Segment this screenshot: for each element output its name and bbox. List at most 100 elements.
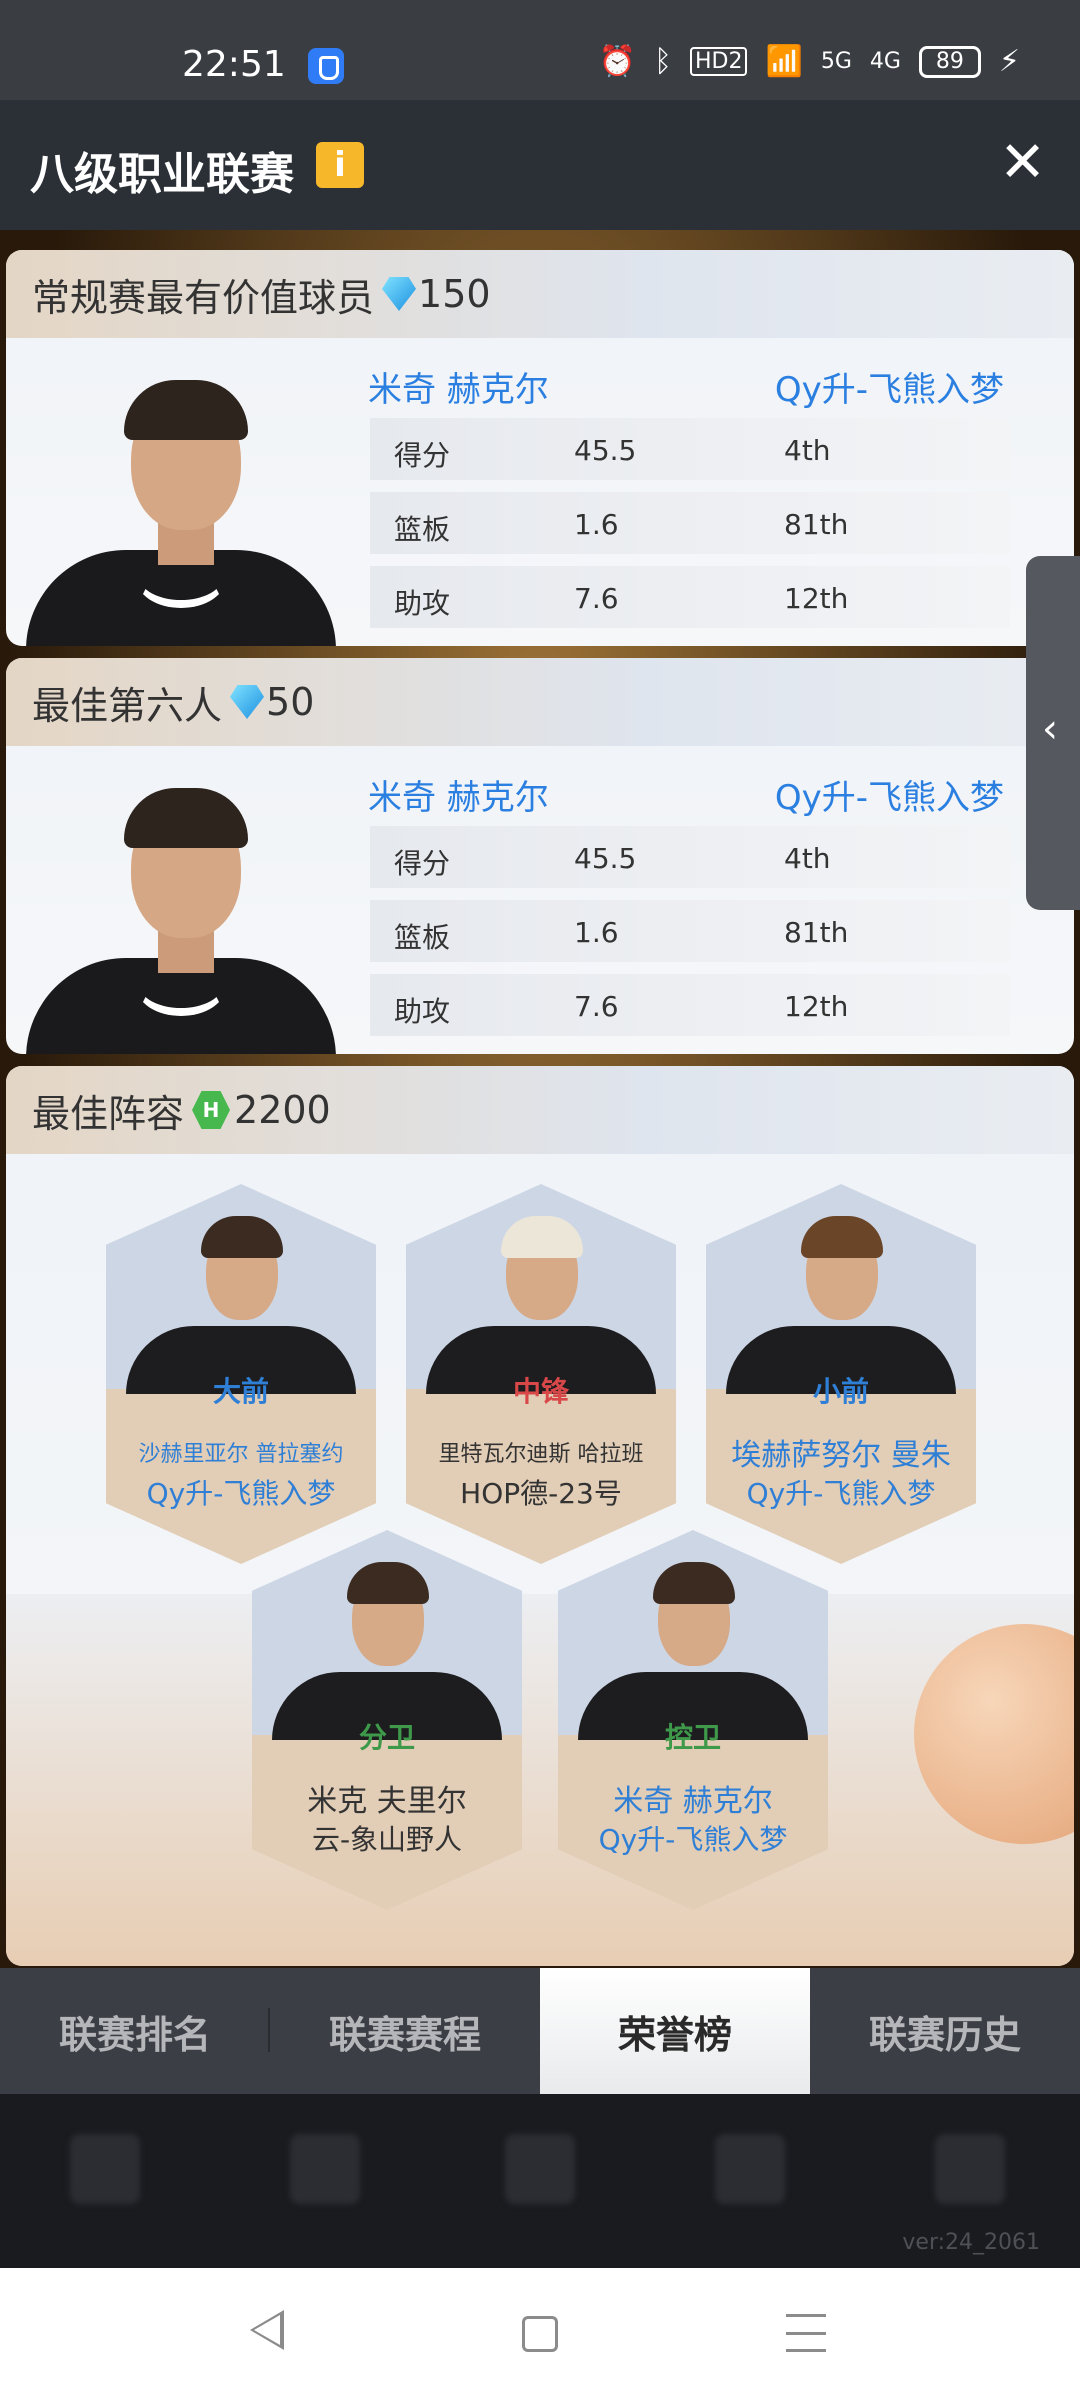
- tab-league-history[interactable]: 联赛历史: [810, 1968, 1080, 2094]
- app-header: 八级职业联赛 i ✕: [0, 100, 1080, 230]
- info-icon[interactable]: i: [316, 142, 364, 188]
- lineup-team-name: HOP德-23号: [460, 1477, 622, 1510]
- lineup-team-name: Qy升-飞熊入梦: [746, 1477, 936, 1510]
- player-avatar: [252, 1550, 522, 1740]
- lineup-body: 大前 沙赫里亚尔 普拉塞约 Qy升-飞熊入梦 中锋 里特瓦尔迪斯 哈拉班 HOP…: [6, 1154, 1074, 1966]
- stat-row-points: 得分 45.5 4th: [370, 826, 1010, 888]
- status-icons: ⏰ ᛒ HD2 📶 5G 4G 89 ⚡: [599, 44, 1020, 79]
- back-icon[interactable]: [250, 2310, 284, 2350]
- tab-label: 荣誉榜: [617, 2012, 732, 2057]
- hex-coin-icon: H: [192, 1091, 231, 1129]
- blurred-menu-icon: [290, 2134, 360, 2204]
- position-badge: 大前: [212, 1375, 269, 1408]
- hd-label: HD2: [689, 47, 748, 76]
- chevron-left-icon: ‹: [1042, 706, 1058, 752]
- stat-row-assists: 助攻 7.6 12th: [370, 566, 1010, 628]
- lineup-team-name: Qy升-飞熊入梦: [146, 1477, 336, 1510]
- mvp-reward: 150: [418, 272, 491, 316]
- stat-label: 助攻: [394, 995, 451, 1028]
- all-team-card: 最佳阵容 H 2200 大前 沙赫里亚尔 普拉塞约 Qy升-飞熊入梦 中锋 里特…: [6, 1066, 1074, 1966]
- battery-level: 89: [935, 49, 964, 74]
- tab-league-schedule[interactable]: 联赛赛程: [270, 1968, 540, 2094]
- close-icon[interactable]: ✕: [999, 130, 1046, 195]
- lineup-player-card[interactable]: 分卫 米克 夫里尔 云-象山野人: [252, 1530, 522, 1910]
- lineup-player-name: 里特瓦尔迪斯 哈拉班: [438, 1442, 644, 1467]
- stat-value: 45.5: [574, 434, 637, 467]
- mvp-team-name[interactable]: Qy升-飞熊入梦: [775, 362, 1004, 411]
- position-badge: 中锋: [512, 1375, 569, 1408]
- sixth-man-card: 最佳第六人 50 米奇 赫克尔 Qy升-飞熊入梦 得分 45.5 4th 篮板 …: [6, 658, 1074, 1054]
- lineup-player-card[interactable]: 控卫 米奇 赫克尔 Qy升-飞熊入梦: [558, 1530, 828, 1910]
- stat-value: 1.6: [574, 508, 619, 541]
- home-icon[interactable]: [522, 2316, 558, 2352]
- page-title: 八级职业联赛: [30, 149, 294, 200]
- stat-rank: 4th: [784, 842, 831, 875]
- stat-label: 得分: [394, 847, 451, 880]
- side-panel-toggle[interactable]: ‹: [1026, 556, 1080, 910]
- mvp-card-header: 常规赛最有价值球员 150: [6, 250, 1074, 338]
- player-avatar: [106, 1204, 376, 1394]
- court-background: [6, 1594, 1074, 1966]
- recents-icon[interactable]: [786, 2314, 826, 2352]
- player-avatar: [706, 1204, 976, 1394]
- blurred-menu-icon: [715, 2134, 785, 2204]
- charging-icon: ⚡: [998, 44, 1020, 79]
- status-bar: 22:51 ⏰ ᛒ HD2 📶 5G 4G 89 ⚡: [0, 0, 1080, 100]
- mvp-title: 常规赛最有价值球员: [32, 275, 375, 320]
- battery-icon: 89: [918, 45, 981, 78]
- stat-value: 7.6: [574, 990, 619, 1023]
- tab-honor-roll[interactable]: 荣誉榜: [540, 1968, 810, 2094]
- stat-label: 助攻: [394, 587, 451, 620]
- position-badge: 控卫: [664, 1721, 721, 1754]
- all-team-title: 最佳阵容: [32, 1091, 185, 1136]
- sixth-man-title: 最佳第六人: [32, 683, 223, 728]
- sixth-man-team-name[interactable]: Qy升-飞熊入梦: [775, 770, 1004, 819]
- tab-league-ranking[interactable]: 联赛排名: [0, 1968, 270, 2094]
- diamond-icon: [230, 685, 265, 719]
- stat-value: 45.5: [574, 842, 637, 875]
- blurred-menu-icon: [70, 2134, 140, 2204]
- stat-value: 7.6: [574, 582, 619, 615]
- bluetooth-icon: ᛒ: [653, 44, 672, 79]
- stat-rank: 12th: [784, 582, 849, 615]
- player-avatar: [558, 1550, 828, 1740]
- player-avatar: [406, 1204, 676, 1394]
- lineup-player-name: 沙赫里亚尔 普拉塞约: [138, 1442, 344, 1467]
- tab-label: 联赛排名: [58, 2012, 211, 2057]
- stat-row-rebounds: 篮板 1.6 81th: [370, 492, 1010, 554]
- lineup-player-card[interactable]: 大前 沙赫里亚尔 普拉塞约 Qy升-飞熊入梦: [106, 1184, 376, 1564]
- lineup-player-name: 米奇 赫克尔: [613, 1784, 773, 1819]
- player-portrait: [26, 350, 336, 646]
- stat-rank: 12th: [784, 990, 849, 1023]
- blurred-menu-icon: [505, 2134, 575, 2204]
- lineup-team-name: 云-象山野人: [311, 1823, 463, 1856]
- content-background: 常规赛最有价值球员 150 米奇 赫克尔 Qy升-飞熊入梦 得分 45.5 4t…: [0, 230, 1080, 1970]
- position-badge: 小前: [812, 1375, 869, 1408]
- lineup-player-card[interactable]: 小前 埃赫萨努尔 曼朱 Qy升-飞熊入梦: [706, 1184, 976, 1564]
- sixth-man-card-header: 最佳第六人 50: [6, 658, 1074, 746]
- signal-5g-label: 5G: [820, 49, 852, 74]
- wifi-icon: 📶: [765, 44, 803, 79]
- version-label: ver:24_2061: [902, 2230, 1040, 2255]
- alarm-icon: ⏰: [598, 44, 636, 79]
- mvp-card: 常规赛最有价值球员 150 米奇 赫克尔 Qy升-飞熊入梦 得分 45.5 4t…: [6, 250, 1074, 646]
- all-team-reward: 2200: [234, 1088, 331, 1132]
- stat-value: 1.6: [574, 916, 619, 949]
- lineup-player-card[interactable]: 中锋 里特瓦尔迪斯 哈拉班 HOP德-23号: [406, 1184, 676, 1564]
- sixth-man-player-name[interactable]: 米奇 赫克尔: [368, 770, 549, 819]
- lineup-team-name: Qy升-飞熊入梦: [598, 1823, 788, 1856]
- bottom-tab-bar: 联赛排名 联赛赛程 荣誉榜 联赛历史: [0, 1968, 1080, 2094]
- lineup-player-name: 埃赫萨努尔 曼朱: [731, 1438, 951, 1473]
- sixth-man-reward: 50: [266, 680, 315, 724]
- shield-icon: [308, 48, 344, 84]
- player-portrait: [26, 758, 336, 1054]
- position-badge: 分卫: [358, 1721, 415, 1754]
- stat-rank: 4th: [784, 434, 831, 467]
- mvp-player-name[interactable]: 米奇 赫克尔: [368, 362, 549, 411]
- signal-4g-label: 4G: [869, 49, 901, 74]
- stat-row-rebounds: 篮板 1.6 81th: [370, 900, 1010, 962]
- stat-rank: 81th: [784, 508, 849, 541]
- stat-row-points: 得分 45.5 4th: [370, 418, 1010, 480]
- stat-row-assists: 助攻 7.6 12th: [370, 974, 1010, 1036]
- stat-rank: 81th: [784, 916, 849, 949]
